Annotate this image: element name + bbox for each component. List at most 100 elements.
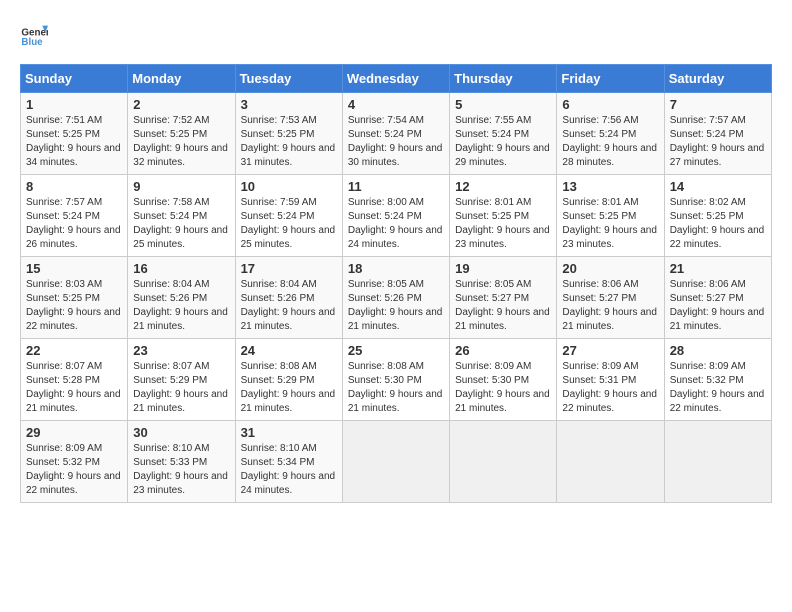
cell-info: Sunrise: 8:04 AMSunset: 5:26 PMDaylight:…: [241, 278, 337, 334]
day-number: 24: [241, 343, 337, 358]
calendar-cell: 19 Sunrise: 8:05 AMSunset: 5:27 PMDaylig…: [450, 257, 557, 339]
cell-info: Sunrise: 8:03 AMSunset: 5:25 PMDaylight:…: [26, 278, 122, 334]
cell-info: Sunrise: 8:05 AMSunset: 5:26 PMDaylight:…: [348, 278, 444, 334]
cell-info: Sunrise: 8:09 AMSunset: 5:32 PMDaylight:…: [26, 442, 122, 498]
day-number: 1: [26, 97, 122, 112]
cell-info: Sunrise: 8:05 AMSunset: 5:27 PMDaylight:…: [455, 278, 551, 334]
day-number: 17: [241, 261, 337, 276]
calendar-cell: 29 Sunrise: 8:09 AMSunset: 5:32 PMDaylig…: [21, 421, 128, 503]
day-number: 29: [26, 425, 122, 440]
logo-icon: General Blue: [20, 20, 48, 48]
calendar-cell: [664, 421, 771, 503]
calendar-cell: [450, 421, 557, 503]
weekday-header-monday: Monday: [128, 65, 235, 93]
day-number: 19: [455, 261, 551, 276]
calendar-cell: 27 Sunrise: 8:09 AMSunset: 5:31 PMDaylig…: [557, 339, 664, 421]
cell-info: Sunrise: 7:55 AMSunset: 5:24 PMDaylight:…: [455, 114, 551, 170]
day-number: 23: [133, 343, 229, 358]
calendar-cell: 17 Sunrise: 8:04 AMSunset: 5:26 PMDaylig…: [235, 257, 342, 339]
logo: General Blue: [20, 20, 48, 48]
cell-info: Sunrise: 8:01 AMSunset: 5:25 PMDaylight:…: [562, 196, 658, 252]
calendar-cell: 7 Sunrise: 7:57 AMSunset: 5:24 PMDayligh…: [664, 93, 771, 175]
day-number: 14: [670, 179, 766, 194]
calendar-table: SundayMondayTuesdayWednesdayThursdayFrid…: [20, 64, 772, 503]
page-header: General Blue: [20, 20, 772, 48]
calendar-cell: 25 Sunrise: 8:08 AMSunset: 5:30 PMDaylig…: [342, 339, 449, 421]
cell-info: Sunrise: 8:02 AMSunset: 5:25 PMDaylight:…: [670, 196, 766, 252]
day-number: 2: [133, 97, 229, 112]
calendar-cell: 16 Sunrise: 8:04 AMSunset: 5:26 PMDaylig…: [128, 257, 235, 339]
cell-info: Sunrise: 7:57 AMSunset: 5:24 PMDaylight:…: [670, 114, 766, 170]
calendar-cell: 1 Sunrise: 7:51 AMSunset: 5:25 PMDayligh…: [21, 93, 128, 175]
calendar-cell: 24 Sunrise: 8:08 AMSunset: 5:29 PMDaylig…: [235, 339, 342, 421]
calendar-cell: 13 Sunrise: 8:01 AMSunset: 5:25 PMDaylig…: [557, 175, 664, 257]
calendar-cell: [342, 421, 449, 503]
day-number: 3: [241, 97, 337, 112]
day-number: 30: [133, 425, 229, 440]
cell-info: Sunrise: 8:04 AMSunset: 5:26 PMDaylight:…: [133, 278, 229, 334]
day-number: 18: [348, 261, 444, 276]
weekday-header-thursday: Thursday: [450, 65, 557, 93]
cell-info: Sunrise: 8:08 AMSunset: 5:29 PMDaylight:…: [241, 360, 337, 416]
cell-info: Sunrise: 8:06 AMSunset: 5:27 PMDaylight:…: [562, 278, 658, 334]
calendar-cell: 15 Sunrise: 8:03 AMSunset: 5:25 PMDaylig…: [21, 257, 128, 339]
calendar-cell: 6 Sunrise: 7:56 AMSunset: 5:24 PMDayligh…: [557, 93, 664, 175]
day-number: 25: [348, 343, 444, 358]
weekday-header-saturday: Saturday: [664, 65, 771, 93]
calendar-cell: 9 Sunrise: 7:58 AMSunset: 5:24 PMDayligh…: [128, 175, 235, 257]
weekday-header-tuesday: Tuesday: [235, 65, 342, 93]
calendar-cell: 30 Sunrise: 8:10 AMSunset: 5:33 PMDaylig…: [128, 421, 235, 503]
cell-info: Sunrise: 7:59 AMSunset: 5:24 PMDaylight:…: [241, 196, 337, 252]
calendar-cell: 21 Sunrise: 8:06 AMSunset: 5:27 PMDaylig…: [664, 257, 771, 339]
day-number: 5: [455, 97, 551, 112]
calendar-cell: 14 Sunrise: 8:02 AMSunset: 5:25 PMDaylig…: [664, 175, 771, 257]
cell-info: Sunrise: 8:07 AMSunset: 5:29 PMDaylight:…: [133, 360, 229, 416]
day-number: 27: [562, 343, 658, 358]
day-number: 11: [348, 179, 444, 194]
day-number: 7: [670, 97, 766, 112]
day-number: 26: [455, 343, 551, 358]
cell-info: Sunrise: 7:51 AMSunset: 5:25 PMDaylight:…: [26, 114, 122, 170]
cell-info: Sunrise: 7:58 AMSunset: 5:24 PMDaylight:…: [133, 196, 229, 252]
cell-info: Sunrise: 7:53 AMSunset: 5:25 PMDaylight:…: [241, 114, 337, 170]
calendar-cell: 8 Sunrise: 7:57 AMSunset: 5:24 PMDayligh…: [21, 175, 128, 257]
calendar-cell: 4 Sunrise: 7:54 AMSunset: 5:24 PMDayligh…: [342, 93, 449, 175]
cell-info: Sunrise: 8:01 AMSunset: 5:25 PMDaylight:…: [455, 196, 551, 252]
calendar-cell: 23 Sunrise: 8:07 AMSunset: 5:29 PMDaylig…: [128, 339, 235, 421]
weekday-header-sunday: Sunday: [21, 65, 128, 93]
day-number: 10: [241, 179, 337, 194]
day-number: 16: [133, 261, 229, 276]
cell-info: Sunrise: 7:52 AMSunset: 5:25 PMDaylight:…: [133, 114, 229, 170]
calendar-cell: 18 Sunrise: 8:05 AMSunset: 5:26 PMDaylig…: [342, 257, 449, 339]
day-number: 31: [241, 425, 337, 440]
day-number: 22: [26, 343, 122, 358]
calendar-cell: 10 Sunrise: 7:59 AMSunset: 5:24 PMDaylig…: [235, 175, 342, 257]
cell-info: Sunrise: 8:10 AMSunset: 5:34 PMDaylight:…: [241, 442, 337, 498]
day-number: 6: [562, 97, 658, 112]
cell-info: Sunrise: 8:06 AMSunset: 5:27 PMDaylight:…: [670, 278, 766, 334]
day-number: 13: [562, 179, 658, 194]
cell-info: Sunrise: 8:09 AMSunset: 5:31 PMDaylight:…: [562, 360, 658, 416]
cell-info: Sunrise: 8:09 AMSunset: 5:30 PMDaylight:…: [455, 360, 551, 416]
cell-info: Sunrise: 7:56 AMSunset: 5:24 PMDaylight:…: [562, 114, 658, 170]
calendar-cell: 22 Sunrise: 8:07 AMSunset: 5:28 PMDaylig…: [21, 339, 128, 421]
day-number: 28: [670, 343, 766, 358]
calendar-cell: [557, 421, 664, 503]
weekday-header-friday: Friday: [557, 65, 664, 93]
day-number: 20: [562, 261, 658, 276]
day-number: 8: [26, 179, 122, 194]
calendar-cell: 28 Sunrise: 8:09 AMSunset: 5:32 PMDaylig…: [664, 339, 771, 421]
cell-info: Sunrise: 7:54 AMSunset: 5:24 PMDaylight:…: [348, 114, 444, 170]
cell-info: Sunrise: 7:57 AMSunset: 5:24 PMDaylight:…: [26, 196, 122, 252]
calendar-cell: 20 Sunrise: 8:06 AMSunset: 5:27 PMDaylig…: [557, 257, 664, 339]
weekday-header-wednesday: Wednesday: [342, 65, 449, 93]
calendar-cell: 11 Sunrise: 8:00 AMSunset: 5:24 PMDaylig…: [342, 175, 449, 257]
calendar-cell: 5 Sunrise: 7:55 AMSunset: 5:24 PMDayligh…: [450, 93, 557, 175]
day-number: 9: [133, 179, 229, 194]
cell-info: Sunrise: 8:00 AMSunset: 5:24 PMDaylight:…: [348, 196, 444, 252]
cell-info: Sunrise: 8:09 AMSunset: 5:32 PMDaylight:…: [670, 360, 766, 416]
day-number: 21: [670, 261, 766, 276]
calendar-cell: 2 Sunrise: 7:52 AMSunset: 5:25 PMDayligh…: [128, 93, 235, 175]
calendar-cell: 3 Sunrise: 7:53 AMSunset: 5:25 PMDayligh…: [235, 93, 342, 175]
calendar-cell: 26 Sunrise: 8:09 AMSunset: 5:30 PMDaylig…: [450, 339, 557, 421]
